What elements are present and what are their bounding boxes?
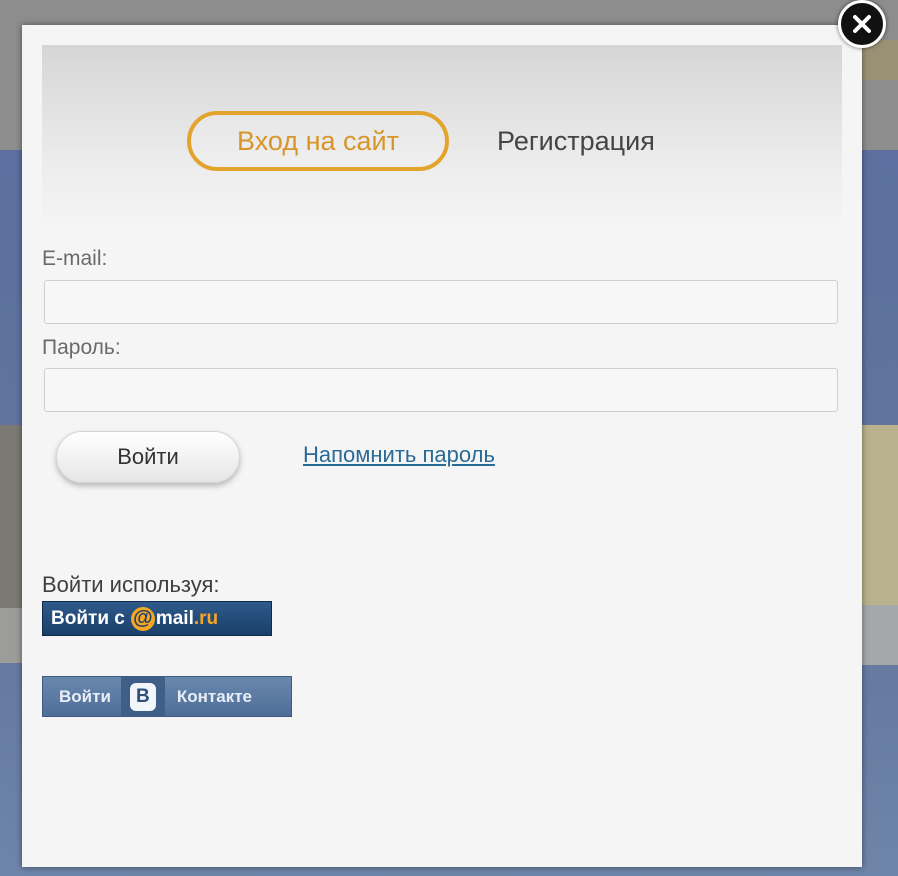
vk-prefix: Войти (59, 686, 111, 706)
background-image-left (0, 425, 24, 610)
tab-login-label: Вход на сайт (237, 125, 399, 156)
remind-password-link[interactable]: Напомнить пароль (303, 442, 495, 468)
tab-login[interactable]: Вход на сайт (187, 111, 449, 171)
mailru-prefix: Войти с (51, 607, 125, 629)
background-image-right (862, 425, 898, 605)
email-field[interactable] (44, 280, 838, 324)
social-login-label: Войти используя: (42, 572, 220, 597)
password-label: Пароль: (42, 336, 121, 359)
close-icon (853, 15, 871, 33)
tab-register[interactable]: Регистрация (497, 111, 655, 171)
vk-logo-letter: В (129, 682, 156, 711)
email-label: E-mail: (42, 247, 108, 270)
mailru-suffix: .ru (193, 607, 219, 629)
mailru-at-icon: @ (130, 606, 155, 631)
tabs-bar: Вход на сайт Регистрация (42, 45, 842, 230)
password-field[interactable] (44, 368, 838, 412)
mailru-login-button[interactable]: Войти с @ mail .ru (42, 601, 272, 636)
background-text-left (0, 608, 24, 663)
vk-login-button[interactable]: Войти В Контакте (42, 676, 292, 717)
login-button[interactable]: Войти (56, 431, 240, 483)
login-modal: Вход на сайт Регистрация E-mail: Пароль:… (22, 25, 862, 867)
background-text-right (862, 605, 898, 665)
vk-logo-icon: В (120, 677, 165, 716)
vk-suffix: Контакте (176, 686, 252, 706)
close-button[interactable] (838, 0, 886, 48)
mailru-brand: mail (155, 607, 194, 629)
tab-register-label: Регистрация (497, 125, 655, 156)
